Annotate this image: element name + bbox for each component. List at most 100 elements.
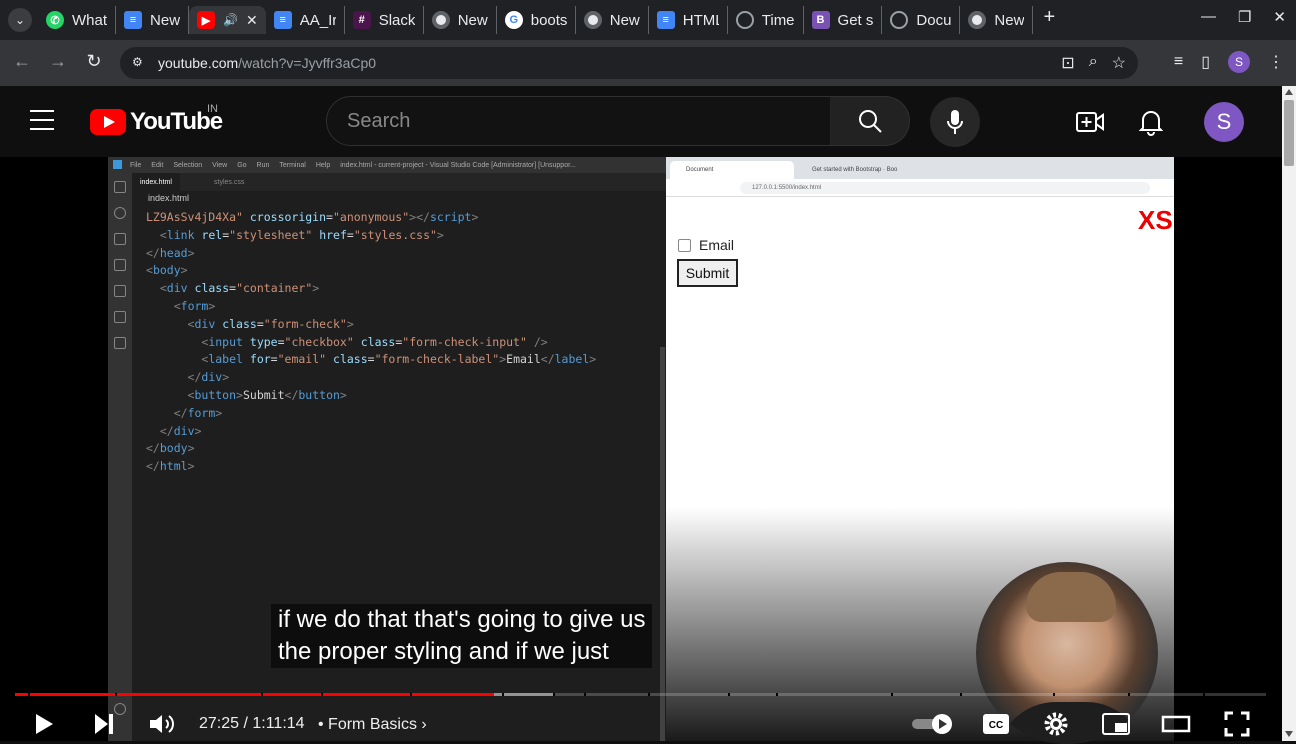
browser-tab-label: What xyxy=(72,11,108,29)
toolbar-right: ≡ ▯ S ⋮ xyxy=(1174,51,1284,73)
bookmark-star-icon[interactable]: ☆ xyxy=(1112,53,1126,73)
video-player[interactable]: File Edit Selection View Go Run Terminal Help in… xyxy=(0,157,1282,744)
forward-icon[interactable]: → xyxy=(46,51,70,75)
chapter-marker xyxy=(501,693,504,696)
vscode-tab-styles: styles.css xyxy=(214,178,245,186)
preview-toolbar: 127.0.0.1:5500/index.html xyxy=(666,179,1174,197)
close-tab-icon[interactable]: ✕ xyxy=(246,12,258,29)
google-docs-icon: ≡ xyxy=(273,11,292,29)
browser-tab[interactable]: New xyxy=(960,6,1034,34)
browser-tab-label: Slack xyxy=(378,11,415,29)
miniplayer-icon xyxy=(1102,713,1130,735)
search-input[interactable]: Search xyxy=(326,96,831,146)
theater-icon xyxy=(1161,715,1191,733)
google-docs-icon: ≡ xyxy=(124,11,143,29)
browser-tab[interactable]: B Get s xyxy=(804,6,883,34)
tab-search-button[interactable]: ⌄ xyxy=(8,8,32,32)
autoplay-icon xyxy=(912,714,952,734)
guide-menu-icon[interactable] xyxy=(30,110,54,130)
progress-bar[interactable] xyxy=(15,693,1266,696)
chapter-marker xyxy=(261,693,264,696)
side-panel-icon[interactable]: ▯ xyxy=(1201,52,1210,72)
browser-tab[interactable]: ✆ What xyxy=(38,6,117,34)
browser-tab[interactable]: ≡ HTML xyxy=(649,6,728,34)
scrollbar-thumb[interactable] xyxy=(1284,100,1294,166)
browser-tab[interactable]: New xyxy=(424,6,497,34)
page-scrollbar[interactable] xyxy=(1282,86,1296,741)
whatsapp-icon: ✆ xyxy=(46,11,64,29)
browser-tab[interactable]: Docu xyxy=(882,6,961,34)
site-info-icon[interactable]: ⚙ xyxy=(132,55,148,71)
chapter-marker xyxy=(959,693,962,696)
browser-tab-strip: ⌄ ✆ What ≡ New ▶ 🔊 ✕ ≡ AA_Ir # Slack New Gboots New ≡ H… xyxy=(0,0,1296,40)
browser-tabs: ✆ What ≡ New ▶ 🔊 ✕ ≡ AA_Ir # Slack New Gboots New ≡ HTM… xyxy=(38,6,1065,34)
chapter-marker xyxy=(728,693,731,696)
progress-played xyxy=(15,693,495,696)
address-bar[interactable]: ⚙ youtube.com/watch?v=Jyvffr3aCp0 ⊡ ⌕ ☆ xyxy=(120,47,1138,79)
audio-playing-icon[interactable]: 🔊 xyxy=(223,13,238,27)
account-avatar[interactable]: S xyxy=(1204,102,1244,142)
search-icon xyxy=(858,110,882,133)
caption-line-2: the proper styling and if we just xyxy=(278,638,609,665)
globe-icon xyxy=(735,11,754,29)
browser-tab[interactable]: # Slack xyxy=(345,6,424,34)
explorer-icon xyxy=(114,181,126,193)
fullscreen-button[interactable] xyxy=(1222,710,1252,738)
youtube-icon: ▶ xyxy=(197,11,216,29)
vscode-tabs: index.html styles.css xyxy=(132,173,666,191)
vscode-menu-item: Run xyxy=(256,161,270,169)
chapter-marker xyxy=(1053,693,1056,696)
browser-tab[interactable]: ≡ AA_Ir xyxy=(266,6,345,34)
reload-icon[interactable]: ↻ xyxy=(82,51,106,75)
play-button[interactable] xyxy=(30,710,58,738)
url-host: youtube.com xyxy=(158,55,239,71)
settings-button[interactable] xyxy=(1042,710,1070,738)
testing-icon xyxy=(114,337,126,349)
media-controls-icon[interactable]: ≡ xyxy=(1174,53,1183,71)
chapter-marker xyxy=(115,693,118,696)
search-icon xyxy=(114,207,126,219)
create-video-icon[interactable] xyxy=(1076,108,1104,136)
notifications-bell-icon[interactable] xyxy=(1137,108,1165,136)
browser-tab-label: Get s xyxy=(837,11,874,29)
close-window-icon[interactable]: ✕ xyxy=(1273,8,1286,26)
source-control-icon xyxy=(114,233,126,245)
browser-tab[interactable]: ≡ New xyxy=(116,6,190,34)
mute-button[interactable] xyxy=(147,710,177,738)
next-icon xyxy=(95,714,113,734)
chrome-menu-icon[interactable]: ⋮ xyxy=(1268,52,1284,72)
subtitles-button[interactable]: CC xyxy=(982,710,1010,738)
browser-tab[interactable]: Time xyxy=(728,6,804,34)
omnibox-actions: ⊡ ⌕ ☆ xyxy=(1061,53,1126,73)
browser-tab-label: New xyxy=(150,11,181,29)
miniplayer-button[interactable] xyxy=(1101,710,1131,738)
preview-tab-bootstrap: Get started with Bootstrap · Boo xyxy=(812,167,898,173)
next-button[interactable] xyxy=(90,710,118,738)
scroll-down-icon[interactable] xyxy=(1285,731,1293,737)
theater-mode-button[interactable] xyxy=(1161,710,1191,738)
zoom-icon[interactable]: ⌕ xyxy=(1089,53,1098,73)
chrome-icon xyxy=(968,11,987,29)
search-button[interactable] xyxy=(830,96,910,146)
chrome-icon xyxy=(431,11,450,29)
autoplay-toggle[interactable] xyxy=(910,710,956,738)
maximize-icon[interactable]: ❐ xyxy=(1238,8,1251,26)
new-tab-icon[interactable]: + xyxy=(1033,6,1065,34)
preview-url: 127.0.0.1:5500/index.html xyxy=(740,182,1150,194)
player-controls: 27:25 / 1:11:14 • Form Basics › CC xyxy=(0,706,1282,742)
back-icon[interactable]: ← xyxy=(10,51,34,75)
chapter-marker xyxy=(890,693,893,696)
install-app-icon[interactable]: ⊡ xyxy=(1061,53,1074,73)
chapter-title: Form Basics xyxy=(328,716,417,733)
voice-search-button[interactable] xyxy=(930,97,980,147)
chapter-button[interactable]: • Form Basics › xyxy=(318,716,427,734)
minimize-icon[interactable]: — xyxy=(1201,8,1216,26)
captions: if we do that that's going to give us th… xyxy=(271,604,653,668)
youtube-logo[interactable]: YouTube xyxy=(90,108,223,136)
scroll-up-icon[interactable] xyxy=(1285,89,1293,95)
code-editor: LZ9AsSv4jD4Xa" crossorigin="anonymous"><… xyxy=(146,210,597,474)
browser-tab[interactable]: ▶ 🔊 ✕ xyxy=(189,6,266,34)
browser-tab[interactable]: Gboots xyxy=(497,6,576,34)
profile-avatar[interactable]: S xyxy=(1228,51,1250,73)
browser-tab[interactable]: New xyxy=(576,6,649,34)
